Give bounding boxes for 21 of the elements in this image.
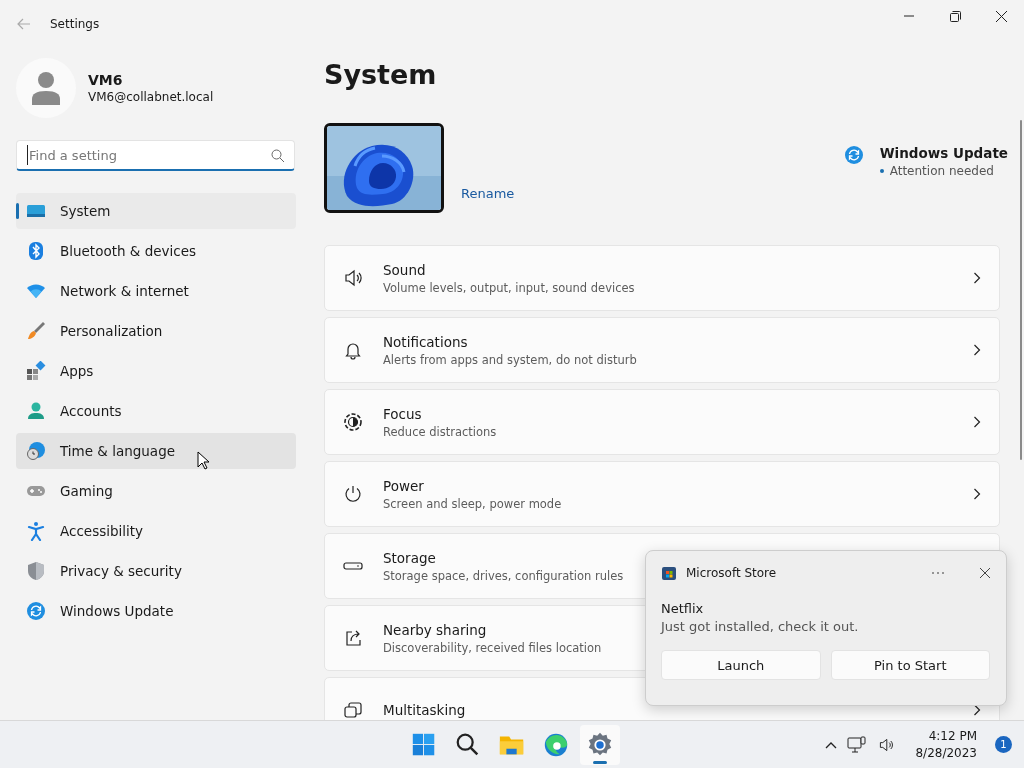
- window-title: Settings: [50, 17, 100, 31]
- card-title: Power: [383, 477, 425, 494]
- update-status: Attention needed: [889, 164, 994, 178]
- card-subtitle: Screen and sleep, power mode: [383, 496, 562, 511]
- page-title: System: [324, 58, 438, 92]
- card-title: Nearby sharing: [383, 621, 488, 638]
- user-name: VM6: [88, 72, 124, 88]
- card-subtitle: Alerts from apps and system, do not disturb: [383, 352, 637, 367]
- card-title: Notifications: [383, 333, 469, 350]
- card-subtitle: Discoverability, received files location: [383, 640, 602, 655]
- toast-title: Netflix: [661, 601, 705, 616]
- card-subtitle: Volume levels, output, input, sound devices: [383, 280, 635, 295]
- toast-app-name: Microsoft Store: [686, 566, 777, 580]
- card-subtitle: Storage space, drives, configuration rules: [383, 568, 624, 583]
- card-subtitle: Reduce distractions: [383, 424, 497, 439]
- card-title: Storage: [383, 549, 437, 566]
- card-title: Multitasking: [383, 702, 466, 718]
- user-email: VM6@collabnet.local: [88, 90, 214, 104]
- card-title: Focus: [383, 405, 423, 422]
- card-title: Sound: [383, 261, 427, 278]
- toast-message: Just got installed, check it out.: [661, 619, 860, 634]
